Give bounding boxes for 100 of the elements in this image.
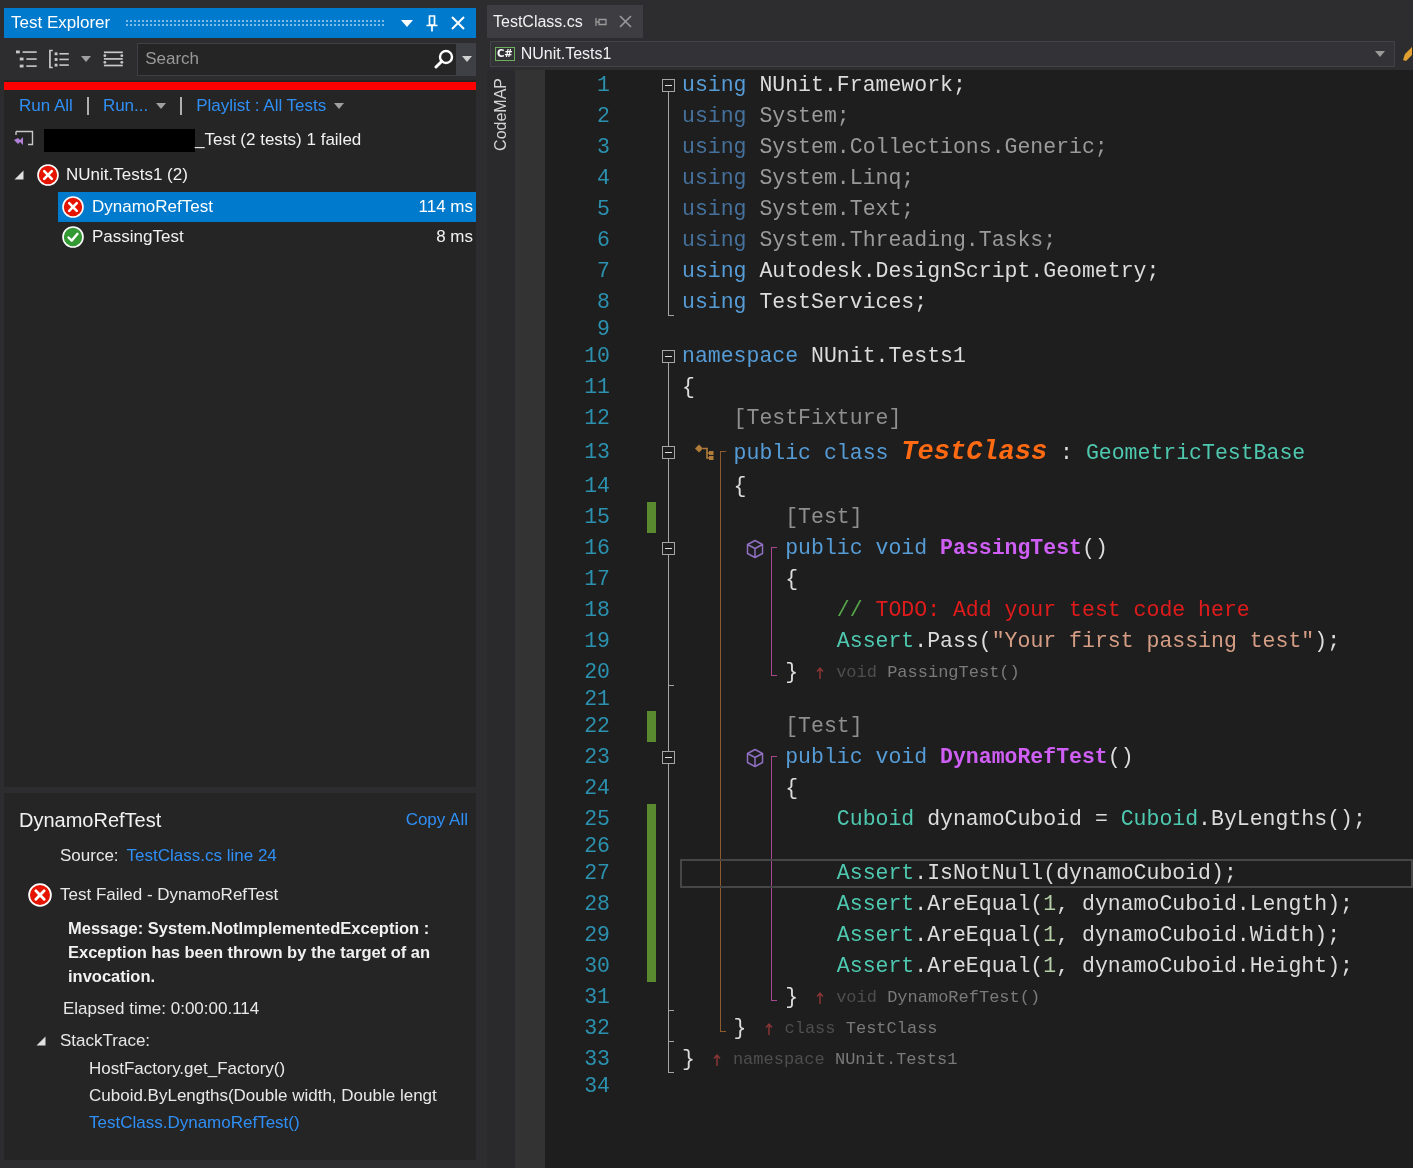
search-icon[interactable] [434,48,455,69]
caret-icon[interactable] [1375,51,1385,57]
collapse-icon[interactable] [662,79,675,92]
line-number: 18 [584,597,610,624]
code-line: using NUnit.Framework; [682,72,966,99]
code-line: { [733,473,747,500]
code-line: using System.Collections.Generic; [682,134,1108,161]
expanded-triangle-icon[interactable] [14,170,24,180]
code-line: public void PassingTest() [785,535,1108,562]
line-number: 13 [584,439,610,466]
rows-icon[interactable] [103,49,125,69]
code-line: Assert.AreEqual(1, dynamoCuboid.Width); [836,922,1341,949]
code-line: namespace NUnit.Tests1 [682,343,966,370]
caret-icon[interactable] [81,56,92,62]
code-line: Assert.Pass("Your first passing test"); [836,628,1341,655]
line-number: 11 [584,374,610,401]
line-number: 17 [584,566,610,593]
expanded-triangle-icon[interactable] [36,1036,46,1046]
code-line: using System.Text; [682,196,915,223]
source-link[interactable]: TestClass.cs line 24 [126,846,277,866]
tree-item[interactable]: NUnit.Tests1 (2) [4,158,476,192]
stack-frame: HostFactory.get_Factory() [89,1055,286,1082]
caret-icon[interactable] [461,56,472,62]
code-line: } [733,1015,747,1042]
line-number: 6 [597,227,610,254]
project-label[interactable]: _Test (2 tests) 1 failed [195,130,362,150]
line-number: 20 [584,659,610,686]
code-line: public void DynamoRefTest() [785,744,1134,771]
code-line: { [682,374,695,401]
code-line: Assert.AreEqual(1, dynamoCuboid.Height); [836,953,1353,980]
code-line: Cuboid dynamoCuboid = Cuboid.ByLengths(); [836,806,1366,833]
cube-icon [745,538,766,559]
line-number: 32 [584,1015,610,1042]
line-number: 30 [584,953,610,980]
line-number: 10 [584,343,610,370]
stack-frame-link[interactable]: TestClass.DynamoRefTest() [89,1109,300,1136]
code-line: { [785,566,799,593]
line-number: 26 [584,835,610,858]
line-number: 1 [597,72,610,99]
result-text: Test Failed - DynamoRefTest [60,885,279,905]
caret-icon[interactable] [401,19,413,27]
line-number: 21 [584,688,610,711]
collapse-icon[interactable] [662,350,675,363]
line-number: 33 [584,1046,610,1073]
code-line: { [785,775,799,802]
collapse-icon[interactable] [662,542,675,555]
tree-item[interactable]: PassingTest 8 ms [58,222,476,252]
line-number: 3 [597,134,610,161]
line-number: 9 [597,318,610,341]
copy-all-link[interactable]: Copy All [405,810,468,830]
line-number: 27 [584,860,610,887]
caret-icon[interactable] [156,103,167,109]
line-number: 24 [584,775,610,802]
pencil-icon[interactable] [1401,46,1413,62]
line-number: 16 [584,535,610,562]
caret-icon[interactable] [334,103,345,109]
error-message: Message: System.NotImplementedException : Exception has been thrown by the target of an invocation. [68,918,432,987]
line-number: 22 [584,713,610,740]
line-number: 12 [584,405,610,432]
line-number: 28 [584,891,610,918]
up-arrow-icon [816,991,825,1004]
stack-trace-label: StackTrace: [60,1031,151,1051]
collapse-icon[interactable] [662,751,675,764]
code-line: [Test] [785,504,863,531]
code-line: using Autodesk.DesignScript.Geometry; [682,258,1160,285]
pin-icon[interactable] [594,16,607,27]
code-line: [Test] [785,713,863,740]
command-link[interactable]: Run All [19,96,73,116]
up-arrow-icon [816,666,825,679]
codemap-tab[interactable]: CodeMAP [492,78,510,151]
class-icon [693,442,714,463]
up-arrow-icon [764,1022,773,1035]
line-number: 15 [584,504,610,531]
elapsed-time: Elapsed time: 0:00:00.114 [63,999,260,1019]
stack-frame: Cuboid.ByLengths(Double width, Double lengt [89,1082,437,1109]
menu-link[interactable]: Playlist : All Tests [196,96,345,116]
bracket-list-icon[interactable] [48,49,70,69]
line-number: 19 [584,628,610,655]
line-number: 2 [597,103,610,130]
code-line: using TestServices; [682,289,928,316]
tree-item[interactable]: DynamoRefTest 114 ms [58,192,476,222]
code-line: Assert.IsNotNull(dynamoCuboid); [836,860,1237,887]
panel-title: Test Explorer [11,13,111,33]
test-duration: 8 ms [436,227,473,247]
close-icon[interactable] [618,15,632,28]
code-line: public class TestClass : GeometricTestBase [733,436,1306,469]
code-line: } [682,1046,695,1073]
cube-icon [745,747,766,768]
up-arrow-icon [712,1053,721,1066]
scope-dropdown[interactable]: C# NUnit.Tests1 [490,41,1395,67]
line-number: 14 [584,473,610,500]
line-number: 29 [584,922,610,949]
line-number: 4 [597,165,610,192]
code-line: [TestFixture] [733,405,902,432]
line-number: 7 [597,258,610,285]
search-field[interactable]: Search [137,42,458,76]
menu-link[interactable]: Run... [102,96,167,116]
collapse-icon[interactable] [662,446,675,459]
document-tab[interactable]: TestClass.cs [487,5,643,38]
tree-list-icon[interactable] [16,49,37,69]
